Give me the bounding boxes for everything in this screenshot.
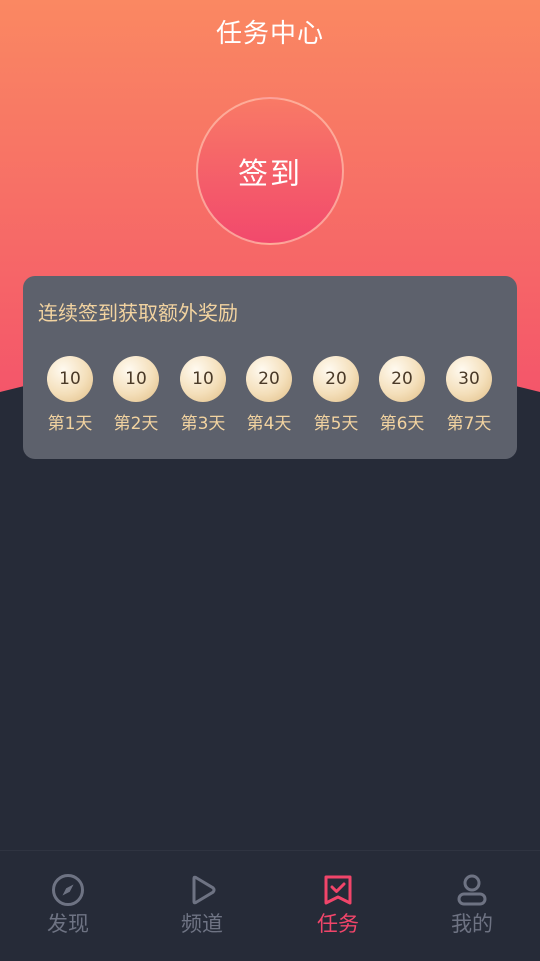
task-check-icon <box>324 875 352 905</box>
reward-points: 20 <box>258 369 280 389</box>
sign-in-label: 签到 <box>238 157 302 192</box>
coin-icon: 20 <box>379 356 425 402</box>
tab-label: 我的 <box>451 912 493 936</box>
compass-icon <box>52 874 84 906</box>
day-label: 第1天 <box>47 414 93 434</box>
bottom-tab-bar: 发现 频道 任务 我的 <box>0 850 540 961</box>
reward-day: 20 第5天 <box>306 356 366 440</box>
reward-points: 30 <box>458 369 480 389</box>
reward-day: 10 第2天 <box>106 356 166 440</box>
coin-icon: 10 <box>180 356 226 402</box>
reward-day: 20 第4天 <box>239 356 299 440</box>
tab-profile[interactable]: 我的 <box>422 873 522 953</box>
day-label: 第6天 <box>379 414 425 434</box>
tab-label: 任务 <box>317 912 359 936</box>
coin-icon: 20 <box>313 356 359 402</box>
reward-points: 10 <box>125 369 147 389</box>
coin-icon: 10 <box>47 356 93 402</box>
reward-day: 20 第6天 <box>372 356 432 440</box>
tab-label: 频道 <box>181 912 223 936</box>
play-icon <box>192 875 216 905</box>
coin-icon: 30 <box>446 356 492 402</box>
reward-points: 20 <box>391 369 413 389</box>
coin-icon: 10 <box>113 356 159 402</box>
reward-day: 10 第1天 <box>40 356 100 440</box>
reward-day: 10 第3天 <box>173 356 233 440</box>
coin-icon: 20 <box>246 356 292 402</box>
day-label: 第2天 <box>113 414 159 434</box>
reward-points: 20 <box>325 369 347 389</box>
tab-channels[interactable]: 频道 <box>152 873 252 953</box>
reward-title: 连续签到获取额外奖励 <box>38 301 238 325</box>
tab-label: 发现 <box>47 912 89 936</box>
day-label: 第5天 <box>313 414 359 434</box>
user-icon <box>457 874 487 906</box>
tab-tasks[interactable]: 任务 <box>288 873 388 953</box>
day-label: 第4天 <box>246 414 292 434</box>
reward-points: 10 <box>192 369 214 389</box>
tab-discover[interactable]: 发现 <box>18 873 118 953</box>
reward-day: 30 第7天 <box>439 356 499 440</box>
sign-in-button[interactable]: 签到 <box>196 97 344 245</box>
page-title: 任务中心 <box>215 19 324 49</box>
reward-card: 连续签到获取额外奖励 10 第1天 10 第2天 10 第3天 20 第4天 2… <box>23 276 517 459</box>
day-label: 第3天 <box>180 414 226 434</box>
day-label: 第7天 <box>446 414 492 434</box>
reward-points: 10 <box>59 369 81 389</box>
